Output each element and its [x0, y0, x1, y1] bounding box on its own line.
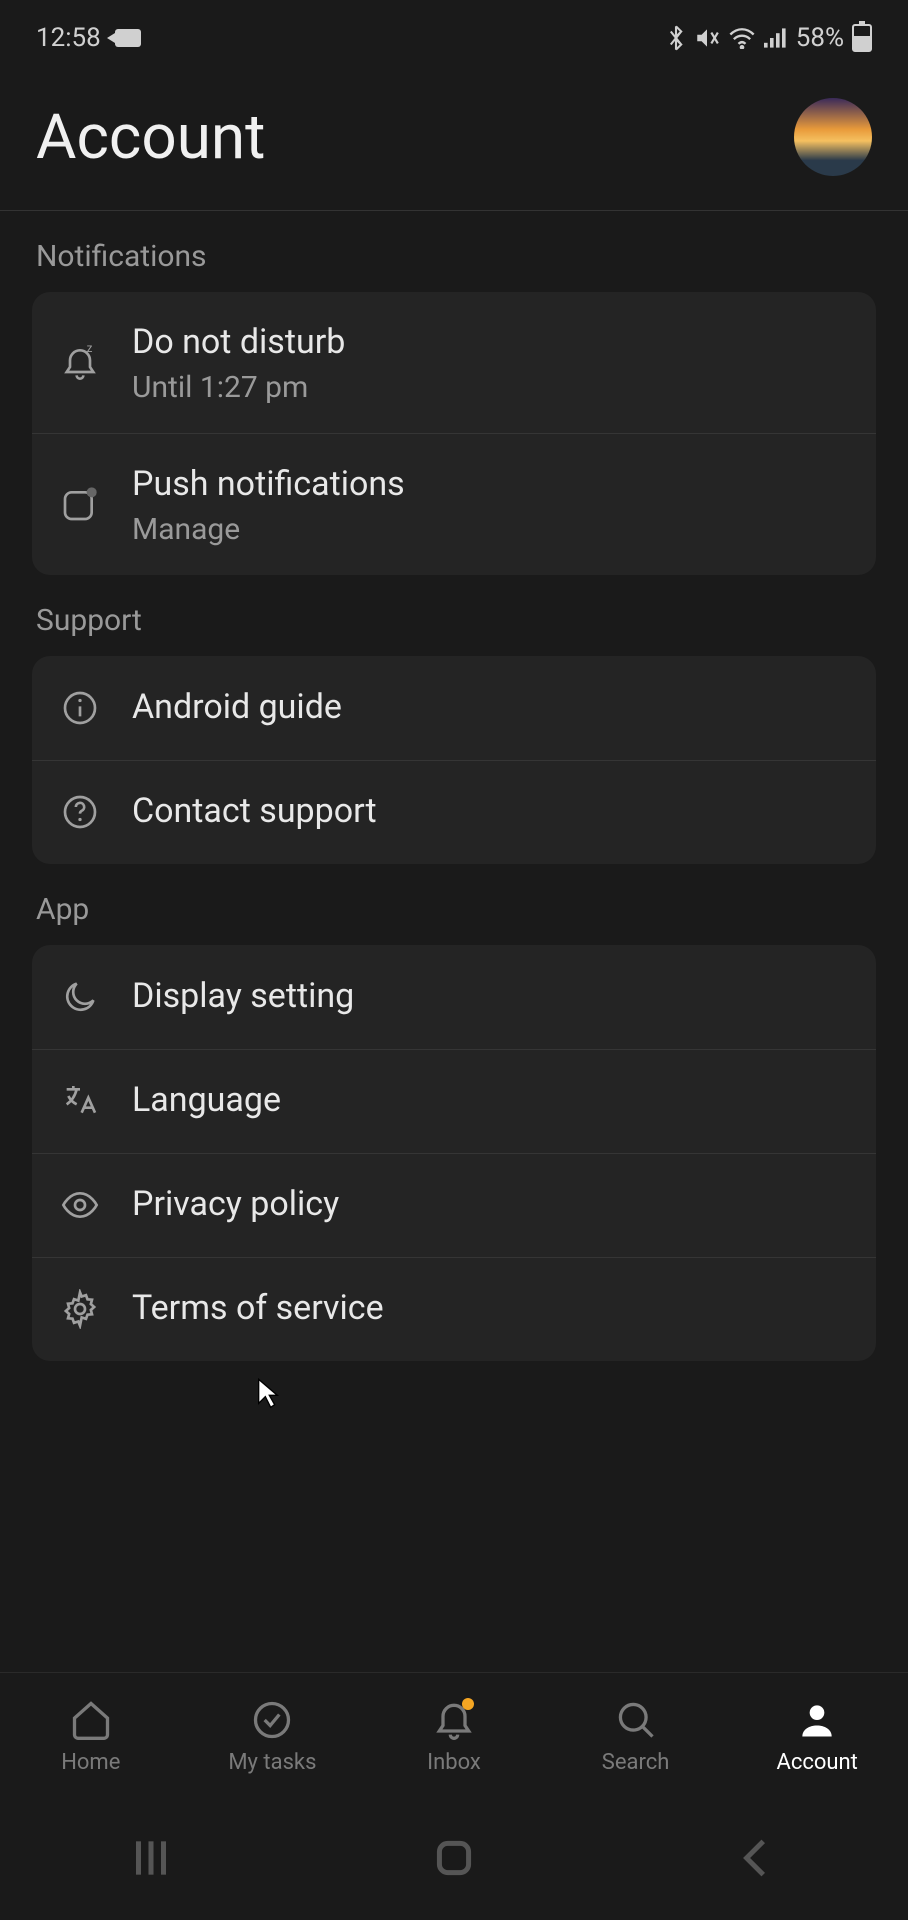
row-privacy-policy[interactable]: Privacy policy — [32, 1153, 876, 1257]
nav-label: Account — [776, 1750, 857, 1775]
row-title: Android guide — [132, 685, 342, 731]
row-title: Terms of service — [132, 1286, 384, 1332]
row-language[interactable]: Language — [32, 1049, 876, 1153]
search-icon — [614, 1698, 658, 1742]
row-subtitle: Manage — [132, 512, 405, 547]
row-subtitle: Until 1:27 pm — [132, 370, 345, 405]
row-android-guide[interactable]: Android guide — [32, 656, 876, 760]
home-button[interactable] — [424, 1833, 484, 1887]
svg-text:z: z — [87, 342, 93, 355]
person-icon — [795, 1698, 839, 1742]
moon-icon — [58, 975, 102, 1019]
nav-search[interactable]: Search — [545, 1698, 727, 1775]
row-display-setting[interactable]: Display setting — [32, 945, 876, 1049]
help-icon — [58, 790, 102, 834]
nav-label: Search — [602, 1750, 670, 1775]
notification-dot-icon — [462, 1698, 474, 1710]
nav-mytasks[interactable]: My tasks — [182, 1698, 364, 1775]
bell-icon — [432, 1698, 476, 1742]
section-label-notifications: Notifications — [0, 211, 908, 292]
nav-label: My tasks — [228, 1750, 316, 1775]
row-do-not-disturb[interactable]: z Do not disturb Until 1:27 pm — [32, 292, 876, 433]
camera-icon — [115, 29, 141, 47]
row-terms-of-service[interactable]: Terms of service — [32, 1257, 876, 1361]
check-circle-icon — [250, 1698, 294, 1742]
wifi-icon — [728, 27, 756, 49]
nav-inbox[interactable]: Inbox — [363, 1698, 545, 1775]
system-nav — [0, 1800, 908, 1920]
bluetooth-icon — [666, 25, 686, 51]
status-time: 12:58 — [36, 23, 101, 53]
nav-label: Inbox — [427, 1750, 481, 1775]
section-label-app: App — [0, 864, 908, 945]
push-notifications-icon — [58, 482, 102, 526]
recent-apps-button[interactable] — [121, 1833, 181, 1887]
row-title: Do not disturb — [132, 320, 345, 366]
signal-icon — [764, 27, 788, 49]
gear-icon — [58, 1287, 102, 1331]
page-header: Account — [0, 76, 908, 211]
row-title: Privacy policy — [132, 1182, 339, 1228]
info-icon — [58, 686, 102, 730]
bottom-nav: Home My tasks Inbox Search Account — [0, 1672, 908, 1800]
avatar[interactable] — [794, 98, 872, 176]
home-icon — [69, 1698, 113, 1742]
eye-icon — [58, 1183, 102, 1227]
section-label-support: Support — [0, 575, 908, 656]
row-title: Push notifications — [132, 462, 405, 508]
nav-home[interactable]: Home — [0, 1698, 182, 1775]
row-title: Contact support — [132, 789, 377, 835]
row-contact-support[interactable]: Contact support — [32, 760, 876, 864]
nav-label: Home — [61, 1750, 120, 1775]
nav-account[interactable]: Account — [726, 1698, 908, 1775]
row-title: Display setting — [132, 974, 354, 1020]
dnd-icon: z — [58, 340, 102, 384]
page-title: Account — [36, 101, 265, 174]
row-title: Language — [132, 1078, 281, 1124]
status-bar: 12:58 58% — [0, 0, 908, 76]
battery-icon — [852, 24, 872, 52]
mute-icon — [694, 25, 720, 51]
translate-icon — [58, 1079, 102, 1123]
row-push-notifications[interactable]: Push notifications Manage — [32, 433, 876, 575]
back-button[interactable] — [727, 1833, 787, 1887]
battery-percentage: 58% — [796, 23, 844, 53]
